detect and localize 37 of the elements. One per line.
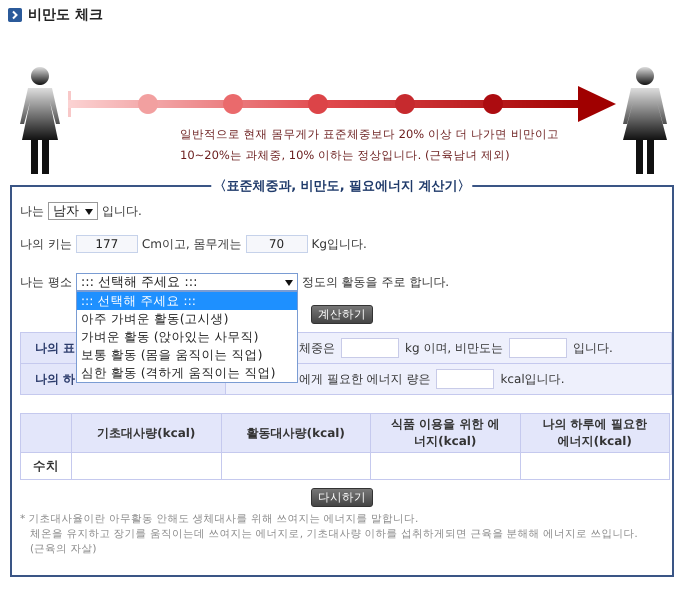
result-field — [436, 369, 494, 389]
chevron-icon — [8, 8, 22, 22]
label: Kg입니다. — [312, 236, 367, 252]
result-text: 에게 필요한 에너지 량은 — [299, 370, 430, 388]
calculate-button[interactable]: 계산하기 — [311, 305, 373, 324]
caret-icon — [85, 209, 93, 215]
result-field — [509, 338, 568, 358]
column-header: 식품 이용을 위한 에너지(kcal) — [370, 414, 520, 452]
column-header: 활동대사량(kcal) — [221, 414, 370, 452]
header-cell — [20, 414, 72, 452]
reset-button[interactable]: 다시하기 — [311, 488, 373, 507]
label: 나는 — [20, 202, 44, 220]
label: 정도의 활동을 주로 합니다. — [302, 274, 450, 290]
result-text: 입니다. — [573, 340, 613, 356]
result-field — [341, 338, 399, 358]
label: 나는 평소 — [20, 274, 72, 290]
banner-note: 10~20%는 과체중, 10% 이하는 정상입니다. (근육남녀 제외) — [180, 147, 511, 164]
column-header: 나의 하루에 필요한 에너지(kcal) — [520, 414, 670, 452]
page-title: 비만도 체크 — [28, 6, 103, 24]
result-text: kcal입니다. — [500, 370, 565, 388]
label: Cm이고, 몸무게는 — [142, 236, 242, 252]
height-field[interactable]: 177 — [76, 235, 138, 253]
weight-field[interactable]: 70 — [246, 235, 308, 253]
banner-note: 일반적으로 현재 몸무게가 표준체중보다 20% 이상 더 나가면 비만이고 — [180, 126, 559, 143]
footnote-text: (근육의 자살) — [29, 542, 98, 557]
label: 입니다. — [102, 202, 142, 220]
activity-select[interactable]: ::: 선택해 주세요 ::: — [76, 273, 298, 291]
calculator-title: 〈표준체중과, 비만도, 필요에너지 계산기〉 — [211, 177, 473, 195]
footnote-text: 체온을 유지하고 장기를 움직이는데 쓰여지는 에너지로, 기초대사량 이하를 섭취하게되면 근육을 분해해 에너지로 쓰입니다. — [29, 527, 639, 542]
column-header: 기초대사량(kcal) — [72, 414, 221, 452]
label: 나의 키는 — [20, 236, 72, 252]
result-text: 체중은 — [299, 340, 335, 356]
row-header: 수치 — [20, 452, 72, 480]
gender-select[interactable]: 남자 — [48, 202, 98, 220]
result-text: kg 이며, 비만도는 — [405, 340, 504, 356]
dropdown-option[interactable]: 아주 가벼운 활동(고시생) — [76, 310, 297, 328]
footnote-text: * 기초대사율이란 아무활동 안해도 생체대사를 위해 쓰여지는 에너지를 말합니다. — [20, 512, 420, 527]
